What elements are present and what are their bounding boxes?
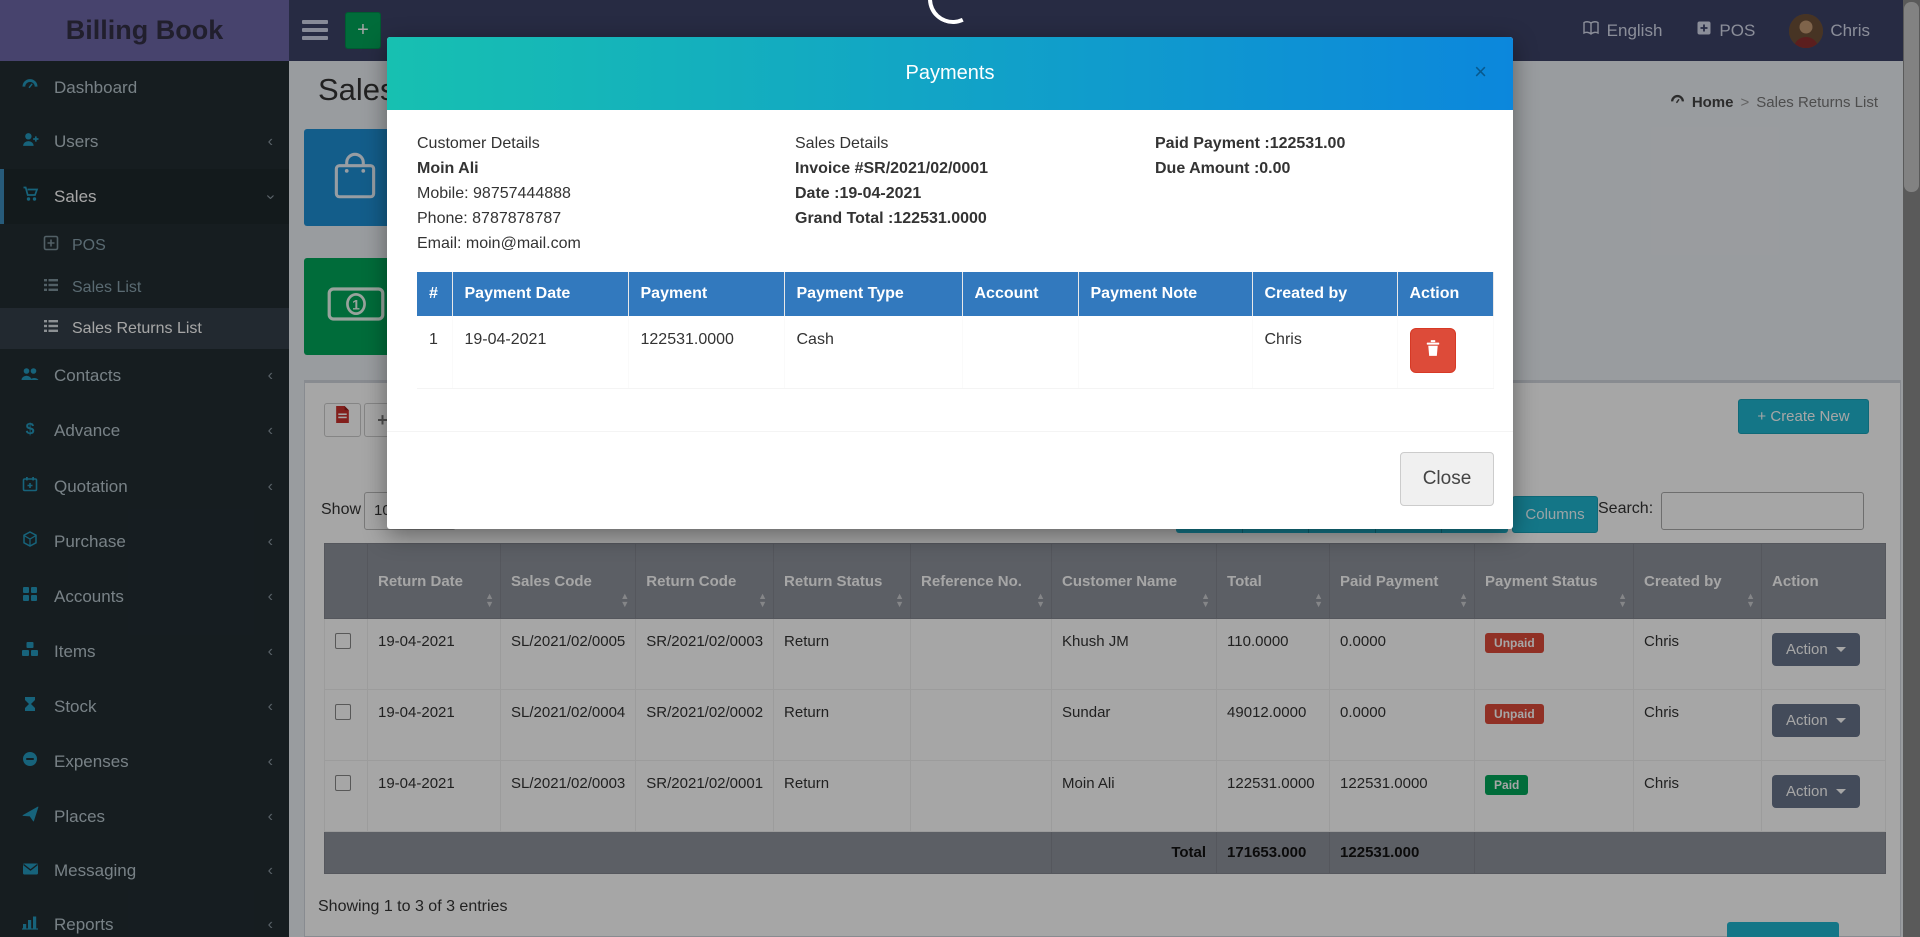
modal-header: Payments × <box>387 37 1513 110</box>
delete-payment-button[interactable] <box>1410 328 1456 373</box>
payments-col-header[interactable]: Account <box>962 272 1078 316</box>
payment-row: 119-04-2021122531.0000CashChris <box>417 316 1493 388</box>
customer-details-heading: Customer Details <box>417 131 581 156</box>
payment-summary: Paid Payment :122531.00 Due Amount :0.00 <box>1155 131 1345 181</box>
sales-grand-total: Grand Total :122531.0000 <box>795 206 988 231</box>
due-amount-value: Due Amount :0.00 <box>1155 156 1345 181</box>
payments-table: #Payment DatePaymentPayment TypeAccountP… <box>417 272 1494 389</box>
close-icon[interactable]: × <box>1474 61 1487 83</box>
payments-col-header[interactable]: Payment Date <box>452 272 628 316</box>
close-button[interactable]: Close <box>1400 452 1494 506</box>
sales-invoice: Invoice #SR/2021/02/0001 <box>795 156 988 181</box>
payments-col-header[interactable]: Action <box>1397 272 1493 316</box>
sales-details: Sales Details Invoice #SR/2021/02/0001 D… <box>795 131 988 231</box>
customer-phone: Phone: 8787878787 <box>417 206 581 231</box>
payments-col-header[interactable]: Payment <box>628 272 784 316</box>
payments-col-header[interactable]: Created by <box>1252 272 1397 316</box>
sales-details-heading: Sales Details <box>795 131 988 156</box>
customer-mobile: Mobile: 98757444888 <box>417 181 581 206</box>
app-root: Billing Book + English POS Chris <box>0 0 1920 937</box>
payments-modal: Payments × Customer Details Moin Ali Mob… <box>387 37 1513 529</box>
modal-footer-divider <box>387 431 1513 432</box>
payments-col-header[interactable]: Payment Type <box>784 272 962 316</box>
payments-col-header[interactable]: # <box>417 272 452 316</box>
customer-name: Moin Ali <box>417 156 581 181</box>
modal-title: Payments <box>906 62 995 84</box>
payments-col-header[interactable]: Payment Note <box>1078 272 1252 316</box>
trash-icon <box>1424 339 1442 362</box>
paid-payment-value: Paid Payment :122531.00 <box>1155 131 1345 156</box>
sales-date: Date :19-04-2021 <box>795 181 988 206</box>
customer-details: Customer Details Moin Ali Mobile: 987574… <box>417 131 581 256</box>
customer-email: Email: moin@mail.com <box>417 231 581 256</box>
